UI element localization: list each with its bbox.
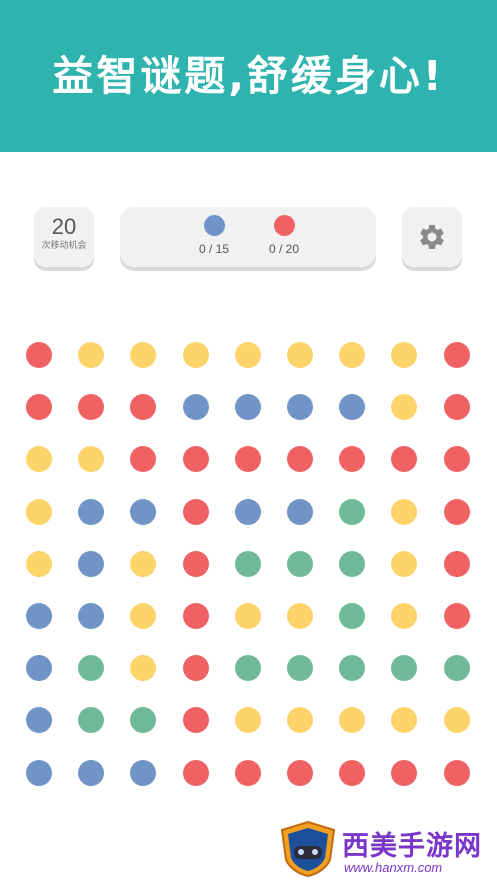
dot[interactable] xyxy=(391,342,418,368)
dot[interactable] xyxy=(182,707,209,734)
dot[interactable] xyxy=(339,550,366,577)
dot[interactable] xyxy=(339,707,366,734)
dot[interactable] xyxy=(234,759,261,786)
goal-panel: 0 / 15 0 / 20 xyxy=(120,207,376,267)
dot[interactable] xyxy=(26,498,52,525)
dot[interactable] xyxy=(391,394,418,421)
dot[interactable] xyxy=(26,655,52,682)
dot[interactable] xyxy=(130,550,157,577)
dot[interactable] xyxy=(78,498,105,525)
dot[interactable] xyxy=(391,550,418,577)
dot[interactable] xyxy=(443,550,470,577)
dot[interactable] xyxy=(443,707,470,734)
dot[interactable] xyxy=(391,498,418,525)
dot[interactable] xyxy=(78,603,105,629)
banner: 益智谜题,舒缓身心! xyxy=(0,0,497,152)
dot[interactable] xyxy=(130,603,157,629)
dot[interactable] xyxy=(287,707,313,734)
dot[interactable] xyxy=(26,603,52,629)
dot[interactable] xyxy=(26,707,52,734)
dot[interactable] xyxy=(182,759,209,786)
dot[interactable] xyxy=(182,655,209,682)
dot[interactable] xyxy=(78,342,105,368)
goal-blue: 0 / 15 xyxy=(184,215,244,256)
goal-red-progress: 0 / 20 xyxy=(268,242,300,256)
dot[interactable] xyxy=(234,655,261,682)
dot[interactable] xyxy=(287,446,313,473)
dot[interactable] xyxy=(78,394,105,421)
dot[interactable] xyxy=(234,394,261,421)
dot[interactable] xyxy=(339,655,366,682)
dot[interactable] xyxy=(234,342,261,368)
dot[interactable] xyxy=(78,655,105,682)
dot[interactable] xyxy=(234,446,261,473)
banner-title: 益智谜题,舒缓身心! xyxy=(52,52,445,100)
dot[interactable] xyxy=(78,759,105,786)
dot[interactable] xyxy=(130,342,157,368)
dot[interactable] xyxy=(287,603,313,629)
dot[interactable] xyxy=(182,550,209,577)
dot[interactable] xyxy=(443,446,470,473)
dot[interactable] xyxy=(78,446,105,473)
dot[interactable] xyxy=(26,342,52,368)
gamepad-shield-icon xyxy=(280,820,336,878)
dot[interactable] xyxy=(130,394,157,421)
dot[interactable] xyxy=(182,342,209,368)
dot[interactable] xyxy=(339,342,366,368)
dot[interactable] xyxy=(130,759,157,786)
dot[interactable] xyxy=(287,342,313,368)
dot[interactable] xyxy=(130,707,157,734)
dot[interactable] xyxy=(234,603,261,629)
dot[interactable] xyxy=(26,394,52,421)
dot[interactable] xyxy=(287,655,313,682)
goal-red: 0 / 20 xyxy=(254,215,314,256)
dot[interactable] xyxy=(443,655,470,682)
dot[interactable] xyxy=(234,707,261,734)
moves-counter: 20 次移动机会 xyxy=(34,207,94,267)
watermark-url: www.hanxm.com xyxy=(344,860,443,875)
dot[interactable] xyxy=(443,603,470,629)
moves-label: 次移动机会 xyxy=(41,241,87,251)
dot[interactable] xyxy=(339,498,366,525)
dot[interactable] xyxy=(182,498,209,525)
dot[interactable] xyxy=(26,550,52,577)
dot[interactable] xyxy=(339,446,366,473)
dot[interactable] xyxy=(26,446,52,473)
goal-blue-dot xyxy=(203,215,225,236)
dot[interactable] xyxy=(130,655,157,682)
dot[interactable] xyxy=(391,655,418,682)
dot[interactable] xyxy=(391,603,418,629)
settings-button[interactable] xyxy=(402,207,462,267)
dot[interactable] xyxy=(234,550,261,577)
watermark: 西美手游网 www.hanxm.com xyxy=(278,820,490,878)
dot[interactable] xyxy=(443,759,470,786)
moves-count: 20 xyxy=(51,214,77,239)
dot[interactable] xyxy=(443,394,470,421)
dot[interactable] xyxy=(287,759,313,786)
dot[interactable] xyxy=(339,394,366,421)
dot[interactable] xyxy=(443,342,470,368)
dot[interactable] xyxy=(391,446,418,473)
dot[interactable] xyxy=(391,759,418,786)
dot[interactable] xyxy=(443,498,470,525)
goal-blue-progress: 0 / 15 xyxy=(198,242,230,256)
goal-red-dot xyxy=(273,215,295,236)
dot[interactable] xyxy=(287,498,313,525)
dot[interactable] xyxy=(287,394,313,421)
dot[interactable] xyxy=(287,550,313,577)
dot[interactable] xyxy=(130,446,157,473)
dot[interactable] xyxy=(26,759,52,786)
dot[interactable] xyxy=(78,550,105,577)
dot[interactable] xyxy=(391,707,418,734)
dot[interactable] xyxy=(182,394,209,421)
dot[interactable] xyxy=(182,603,209,629)
dot[interactable] xyxy=(78,707,105,734)
gear-icon xyxy=(420,225,444,249)
dot[interactable] xyxy=(234,498,261,525)
watermark-title: 西美手游网 xyxy=(342,831,482,862)
dot[interactable] xyxy=(339,603,366,629)
dot[interactable] xyxy=(182,446,209,473)
dot[interactable] xyxy=(130,498,157,525)
dot[interactable] xyxy=(339,759,366,786)
